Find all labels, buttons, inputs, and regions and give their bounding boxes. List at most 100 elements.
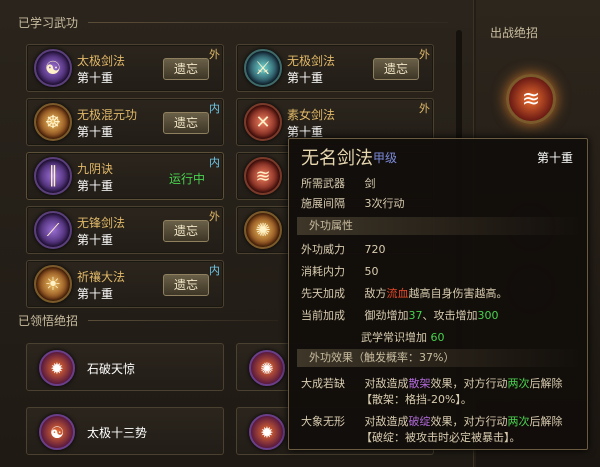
effect-text: 后解除 (529, 415, 563, 428)
forget-button[interactable]: 遗忘 (163, 220, 209, 242)
outer-tag: 外 (209, 48, 220, 61)
status-keyword: 破绽 (408, 415, 431, 428)
outer-tag: 外 (209, 210, 220, 223)
skill-level: 第十重 (287, 71, 324, 85)
triple-sword-icon: ⚔ (244, 49, 282, 87)
current-bonus-row: 当前加成 御劲增加37、攻击增加300 (301, 307, 499, 323)
attribute-band: 外功属性 (297, 217, 583, 235)
tooltip-level: 第十重 (536, 151, 573, 165)
count-keyword: 两次 (507, 415, 530, 428)
tooltip-grade: 甲级 (373, 151, 398, 165)
bonus-value: 300 (477, 309, 499, 322)
row-value: 50 (364, 265, 379, 278)
row-key: 先天加成 (301, 287, 345, 300)
tooltip-title: 无名剑法 (301, 148, 373, 169)
section-divider (88, 320, 278, 321)
skill-name: 九阴诀 (77, 162, 114, 176)
outer-tag: 外 (419, 102, 430, 115)
blade-icon: ⟋ (34, 211, 72, 249)
moves-section-title: 已领悟绝招 (18, 314, 79, 328)
effect-detail-2: 【破绽：被攻击时必定被暴击】。 (361, 431, 521, 444)
row-key: 施展间隔 (301, 197, 345, 210)
skill-name: 祈禳大法 (77, 270, 126, 284)
claw-slash-icon[interactable]: ≋ (506, 74, 556, 124)
flame-icon: ✺ (249, 350, 285, 386)
skill-tooltip: 无名剑法 甲级 第十重 所需武器 剑 施展间隔 3次行动 外功属性 外功威力 7… (288, 138, 588, 450)
row-key: 当前加成 (301, 309, 345, 322)
skill-card-wuji[interactable]: ⚔ 无极剑法 第十重 遗忘 外 (236, 44, 434, 92)
cross-swords-icon: ✕ (244, 103, 282, 141)
skill-name: 无锋剑法 (77, 216, 126, 230)
effect-text: 后解除 (529, 377, 563, 390)
power-row: 外功威力 720 (301, 241, 386, 257)
move-card-taiji13[interactable]: ☯ 太极十三势 (26, 407, 224, 455)
forget-button[interactable]: 遗忘 (373, 58, 419, 80)
skill-name: 无极混元功 (77, 108, 138, 122)
skill-level: 第十重 (77, 287, 114, 301)
skill-level: 第十重 (77, 125, 114, 139)
move-name: 太极十三势 (87, 426, 148, 440)
bonus-value: 60 (430, 331, 445, 344)
innate-post: 越高自身伤害越高。 (408, 287, 508, 300)
outer-tag: 外 (419, 48, 430, 61)
forget-button[interactable]: 遗忘 (163, 58, 209, 80)
innate-row: 先天加成 敌方流血越高自身伤害越高。 (301, 285, 508, 301)
bleed-keyword: 流血 (386, 287, 409, 300)
skill-card-hunyuan[interactable]: ☸ 无极混元功 第十重 遗忘 内 (26, 98, 224, 146)
burst-icon: ✹ (39, 350, 75, 386)
sword-swirl-icon: ☯ (34, 49, 72, 87)
row-value: 剑 (364, 177, 376, 190)
effect-row-2: 大象无形 对敌造成破绽效果，对方行动两次后解除 (301, 413, 563, 429)
inner-tag: 内 (209, 264, 220, 277)
bonus-text: 武学常识增加 (361, 331, 427, 344)
learned-section-title: 已学习武功 (18, 16, 79, 30)
bonus-text: 御劲增加 (364, 309, 409, 322)
flame-icon: ✺ (244, 211, 282, 249)
cooldown-row: 施展间隔 3次行动 (301, 195, 405, 211)
burst-icon: ✹ (249, 414, 285, 450)
move-name: 石破天惊 (87, 362, 136, 376)
forget-button[interactable]: 遗忘 (163, 274, 209, 296)
inner-tag: 内 (209, 156, 220, 169)
move-card-shipo[interactable]: ✹ 石破天惊 (26, 343, 224, 391)
forget-button[interactable]: 遗忘 (163, 112, 209, 134)
effect-text: 对敌造成 (364, 377, 409, 390)
skill-card-jiuyin[interactable]: ║ 九阴诀 第十重 运行中 内 (26, 152, 224, 200)
skill-card-wufeng[interactable]: ⟋ 无锋剑法 第十重 遗忘 外 (26, 206, 224, 254)
row-key: 消耗内力 (301, 265, 345, 278)
count-keyword: 两次 (507, 377, 530, 390)
status-keyword: 散架 (408, 377, 431, 390)
effect-text: 效果，对方行动 (430, 377, 508, 390)
skill-level: 第十重 (77, 71, 114, 85)
skill-level: 第十重 (77, 179, 114, 193)
current-bonus-row-2: 武学常识增加 60 (361, 329, 445, 345)
claw-slash-icon: ≋ (244, 157, 282, 195)
skill-level: 第十重 (77, 233, 114, 247)
skill-name: 太极剑法 (77, 54, 126, 68)
row-key: 大成若缺 (301, 377, 345, 390)
running-status: 运行中 (168, 172, 205, 186)
effect-text: 效果，对方行动 (430, 415, 508, 428)
skill-card-taiji[interactable]: ☯ 太极剑法 第十重 遗忘 外 (26, 44, 224, 92)
effect-detail-1: 【散架：格挡-20%】。 (361, 393, 472, 406)
weapon-row: 所需武器 剑 (301, 175, 376, 191)
inner-tag: 内 (209, 102, 220, 115)
meditation-icon: ☸ (34, 103, 72, 141)
bonus-text: 、攻击增加 (422, 309, 478, 322)
innate-pre: 敌方 (364, 287, 387, 300)
skill-name: 无极剑法 (287, 54, 336, 68)
effect-row-1: 大成若缺 对敌造成散架效果，对方行动两次后解除 (301, 375, 563, 391)
cost-row: 消耗内力 50 (301, 263, 379, 279)
bonus-value: 37 (408, 309, 423, 322)
effect-text: 对敌造成 (364, 415, 409, 428)
skill-card-qirang[interactable]: ☀ 祈禳大法 第十重 遗忘 内 (26, 260, 224, 308)
equipped-title: 出战绝招 (490, 26, 539, 40)
yin-yang-icon: ☯ (39, 414, 75, 450)
pillar-icon: ║ (34, 157, 72, 195)
row-key: 所需武器 (301, 177, 345, 190)
buddha-icon: ☀ (34, 265, 72, 303)
skill-name: 素女剑法 (287, 108, 336, 122)
effect-band: 外功效果（触发概率：37%） (297, 349, 583, 367)
row-value: 720 (364, 243, 386, 256)
row-value: 3次行动 (364, 197, 405, 210)
